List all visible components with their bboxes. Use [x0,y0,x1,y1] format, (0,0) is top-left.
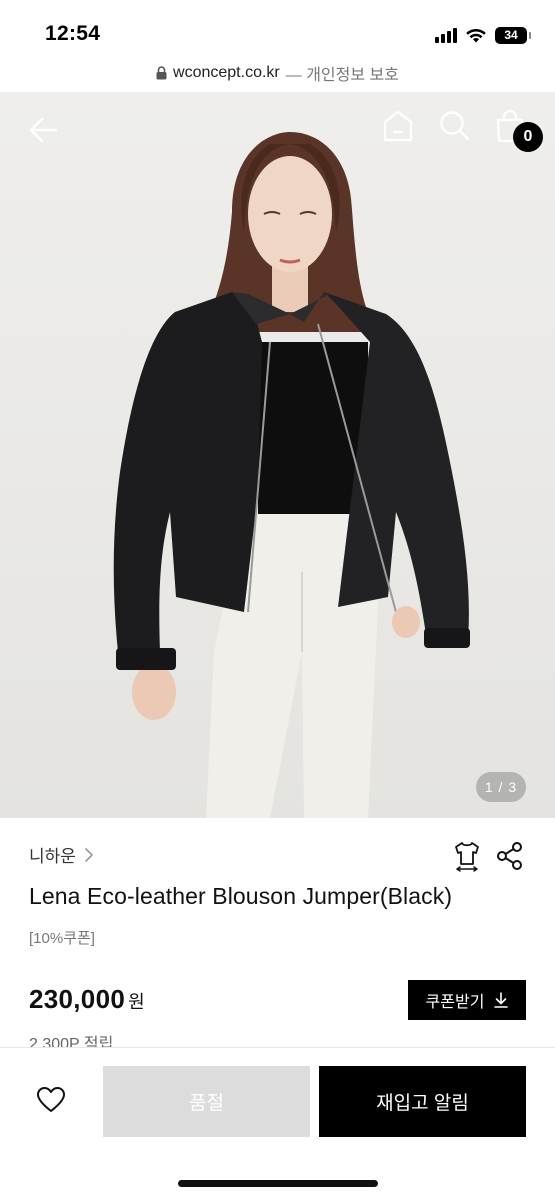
chevron-right-icon [85,847,93,862]
product-image-gallery[interactable] [0,92,555,818]
cart-count-badge: 0 [513,122,543,152]
price: 230,000 원 [29,984,145,1015]
back-arrow-icon[interactable] [24,110,64,150]
size-guide-shirt-icon[interactable] [452,840,482,872]
coupon-tag: [10%쿠폰] [29,930,95,947]
download-icon [494,992,509,1008]
product-title: Lena Eco-leather Blouson Jumper(Black) [29,883,453,909]
brand-name: 니하운 [29,847,76,866]
gallery-page-indicator: 1 / 3 [476,772,526,802]
coupon-button-label: 쿠폰받기 [425,994,485,1011]
coupon-download-button[interactable]: 쿠폰받기 [408,980,526,1020]
restock-alert-button[interactable]: 재입고 알림 [319,1066,526,1137]
price-currency: 원 [128,992,145,1012]
product-photo [113,132,470,818]
soldout-button: 품절 [103,1066,310,1137]
status-icons: 34 [435,24,531,46]
signal-icon [435,27,457,43]
brand-link[interactable]: 니하운 [29,842,96,867]
url-domain: wconcept.co.kr [173,64,280,81]
battery-icon: 34 [495,26,531,44]
search-icon[interactable] [436,108,472,144]
home-icon[interactable] [380,108,416,144]
url-bar[interactable]: wconcept.co.kr — 개인정보 보호 [0,58,555,88]
status-bar: 12:54 34 [0,0,555,62]
url-privacy-label: — 개인정보 보호 [285,67,399,84]
lock-icon [156,66,167,80]
heart-icon[interactable] [36,1086,66,1114]
share-icon[interactable] [496,841,524,871]
wifi-icon [466,28,486,42]
price-value: 230,000 [29,984,126,1014]
home-indicator [178,1180,378,1187]
status-time: 12:54 [45,22,101,45]
